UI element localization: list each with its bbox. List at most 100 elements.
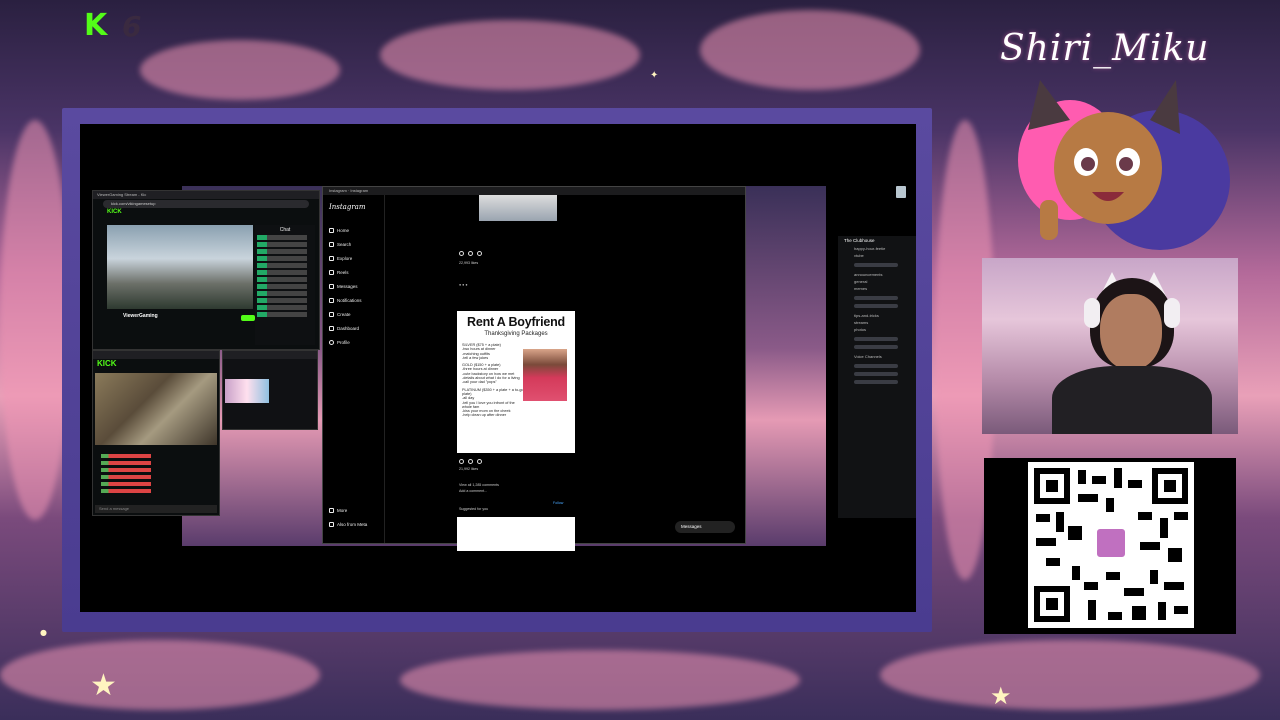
post-tiers: SILVER ($75 + a plate) -two hours at dinn… [462,343,524,418]
post-actions[interactable] [459,251,482,256]
voice-channels-label: Voice Channels [854,354,882,359]
channel-item[interactable]: photos [838,326,916,333]
qr-code [1028,462,1194,628]
headphone-right [1164,298,1180,328]
channel-item[interactable]: general [838,278,916,285]
channel-item[interactable]: announcements [838,271,916,278]
nav-reels[interactable]: Reels [329,265,378,279]
streamer-name: Shiri_Miku [1000,28,1210,69]
address-bar[interactable]: kick.com/vikingamesetup [103,200,309,208]
desktop-capture: ViewerGaming Stream - Kic kick.com/vikin… [80,124,916,612]
nav-also-from-meta[interactable]: Also from Meta [329,517,367,531]
background-cloud [0,640,320,710]
kick-browser-window[interactable]: ViewerGaming Stream - Kic kick.com/vikin… [92,190,320,350]
home-icon [329,227,334,233]
background-cloud [380,20,640,90]
person-face [1100,294,1162,370]
view-comments-link[interactable]: View all 1,285 comments [459,483,499,488]
recycle-bin-icon[interactable] [896,186,906,198]
add-comment-input[interactable]: Add a comment... [459,489,487,494]
nav-home[interactable]: Home [329,223,378,237]
share-icon [477,459,482,464]
instagram-logo[interactable]: Instagram [329,203,378,211]
search-icon [329,241,334,247]
channel-logo: K [84,8,108,43]
reels-icon [329,269,334,275]
qr-logo-avatar [1094,526,1128,560]
server-name[interactable]: The Clubhouse [838,236,916,245]
dashboard-icon [329,325,334,331]
webcam-feed [982,258,1238,434]
person-body [1052,366,1212,434]
nav-create[interactable]: Create [329,307,378,321]
star-icon: ✦ [650,70,659,81]
streamer-channel-name[interactable]: ViewerGaming [123,313,158,319]
heart-icon [329,297,334,303]
post-author[interactable]: ● ● ● [459,283,468,288]
preview-titlebar[interactable] [223,351,317,359]
kick-popout-window[interactable]: KICK Send a message [92,350,220,516]
post-actions[interactable] [459,459,482,464]
follow-button[interactable] [241,315,255,321]
rent-a-boyfriend-post[interactable]: Rent A Boyfriend Thanksgiving Packages S… [457,311,575,453]
nav-dashboard[interactable]: Dashboard [329,321,378,335]
background-cloud [400,650,800,710]
post-likes: 21,992 likes [459,467,479,471]
game-video[interactable] [95,373,217,445]
follow-link[interactable]: Follow [553,501,563,506]
profile-icon [329,339,334,345]
popout-chat [95,451,217,501]
comment-icon [468,251,473,256]
like-icon [459,459,464,464]
next-post-image[interactable] [457,517,575,551]
post-photo [523,349,567,401]
nav-more[interactable]: More [329,503,367,517]
instagram-titlebar[interactable]: Instagram · Instagram [323,187,745,195]
channel-item[interactable]: vtube [838,252,916,259]
background-cloud [0,120,70,520]
channel-item[interactable]: memes [838,285,916,292]
qr-finder [1034,468,1070,504]
popout-titlebar[interactable] [93,351,219,359]
messages-button[interactable]: Messages [675,521,735,533]
like-icon [459,251,464,256]
previous-post-image[interactable] [479,195,557,221]
post-title: Rent A Boyfriend [467,315,565,329]
background-cloud [140,40,340,100]
messenger-icon [329,283,334,289]
star-icon: ★ [990,682,1012,710]
meta-icon [329,521,334,527]
kick-logo: KICK [97,359,117,368]
channel-logo-number: 6 [122,10,142,43]
nav-explore[interactable]: Explore [329,251,378,265]
instagram-window[interactable]: Instagram · Instagram Instagram Home Sea… [322,186,746,551]
plus-icon [329,311,334,317]
nav-search[interactable]: Search [329,237,378,251]
mascot-avatar [1018,80,1230,250]
star-icon: ★ [90,668,117,703]
preview-thumbnail[interactable] [225,379,269,403]
channel-item[interactable]: tips-and-tricks [838,312,916,319]
channel-item[interactable]: streams [838,319,916,326]
browser-tab[interactable]: ViewerGaming Stream - Kic [93,191,319,199]
menu-icon [329,507,334,513]
comment-icon [468,459,473,464]
suggested-label: Suggested for you [459,507,489,511]
nav-profile[interactable]: Profile [329,335,378,349]
chat-header: Chat [279,227,291,233]
chat-server-panel: The Clubhouse happy-hour-feetie vtube an… [838,236,916,518]
instagram-feed: 22,993 likes ● ● ● Rent A Boyfriend Than… [457,195,575,551]
channel-item[interactable]: happy-hour-feetie [838,245,916,252]
share-icon [477,251,482,256]
compass-icon [329,255,334,261]
qr-finder [1152,468,1188,504]
kick-logo[interactable]: KICK [93,209,319,215]
instagram-sidebar: Instagram Home Search Explore Reels Mess… [323,195,385,543]
nav-messages[interactable]: Messages [329,279,378,293]
stream-video[interactable] [107,225,253,309]
preview-window[interactable] [222,350,318,430]
chat-input[interactable]: Send a message [95,505,217,513]
star-icon: ● [40,628,47,637]
background-cloud [880,640,1260,710]
nav-notifications[interactable]: Notifications [329,293,378,307]
